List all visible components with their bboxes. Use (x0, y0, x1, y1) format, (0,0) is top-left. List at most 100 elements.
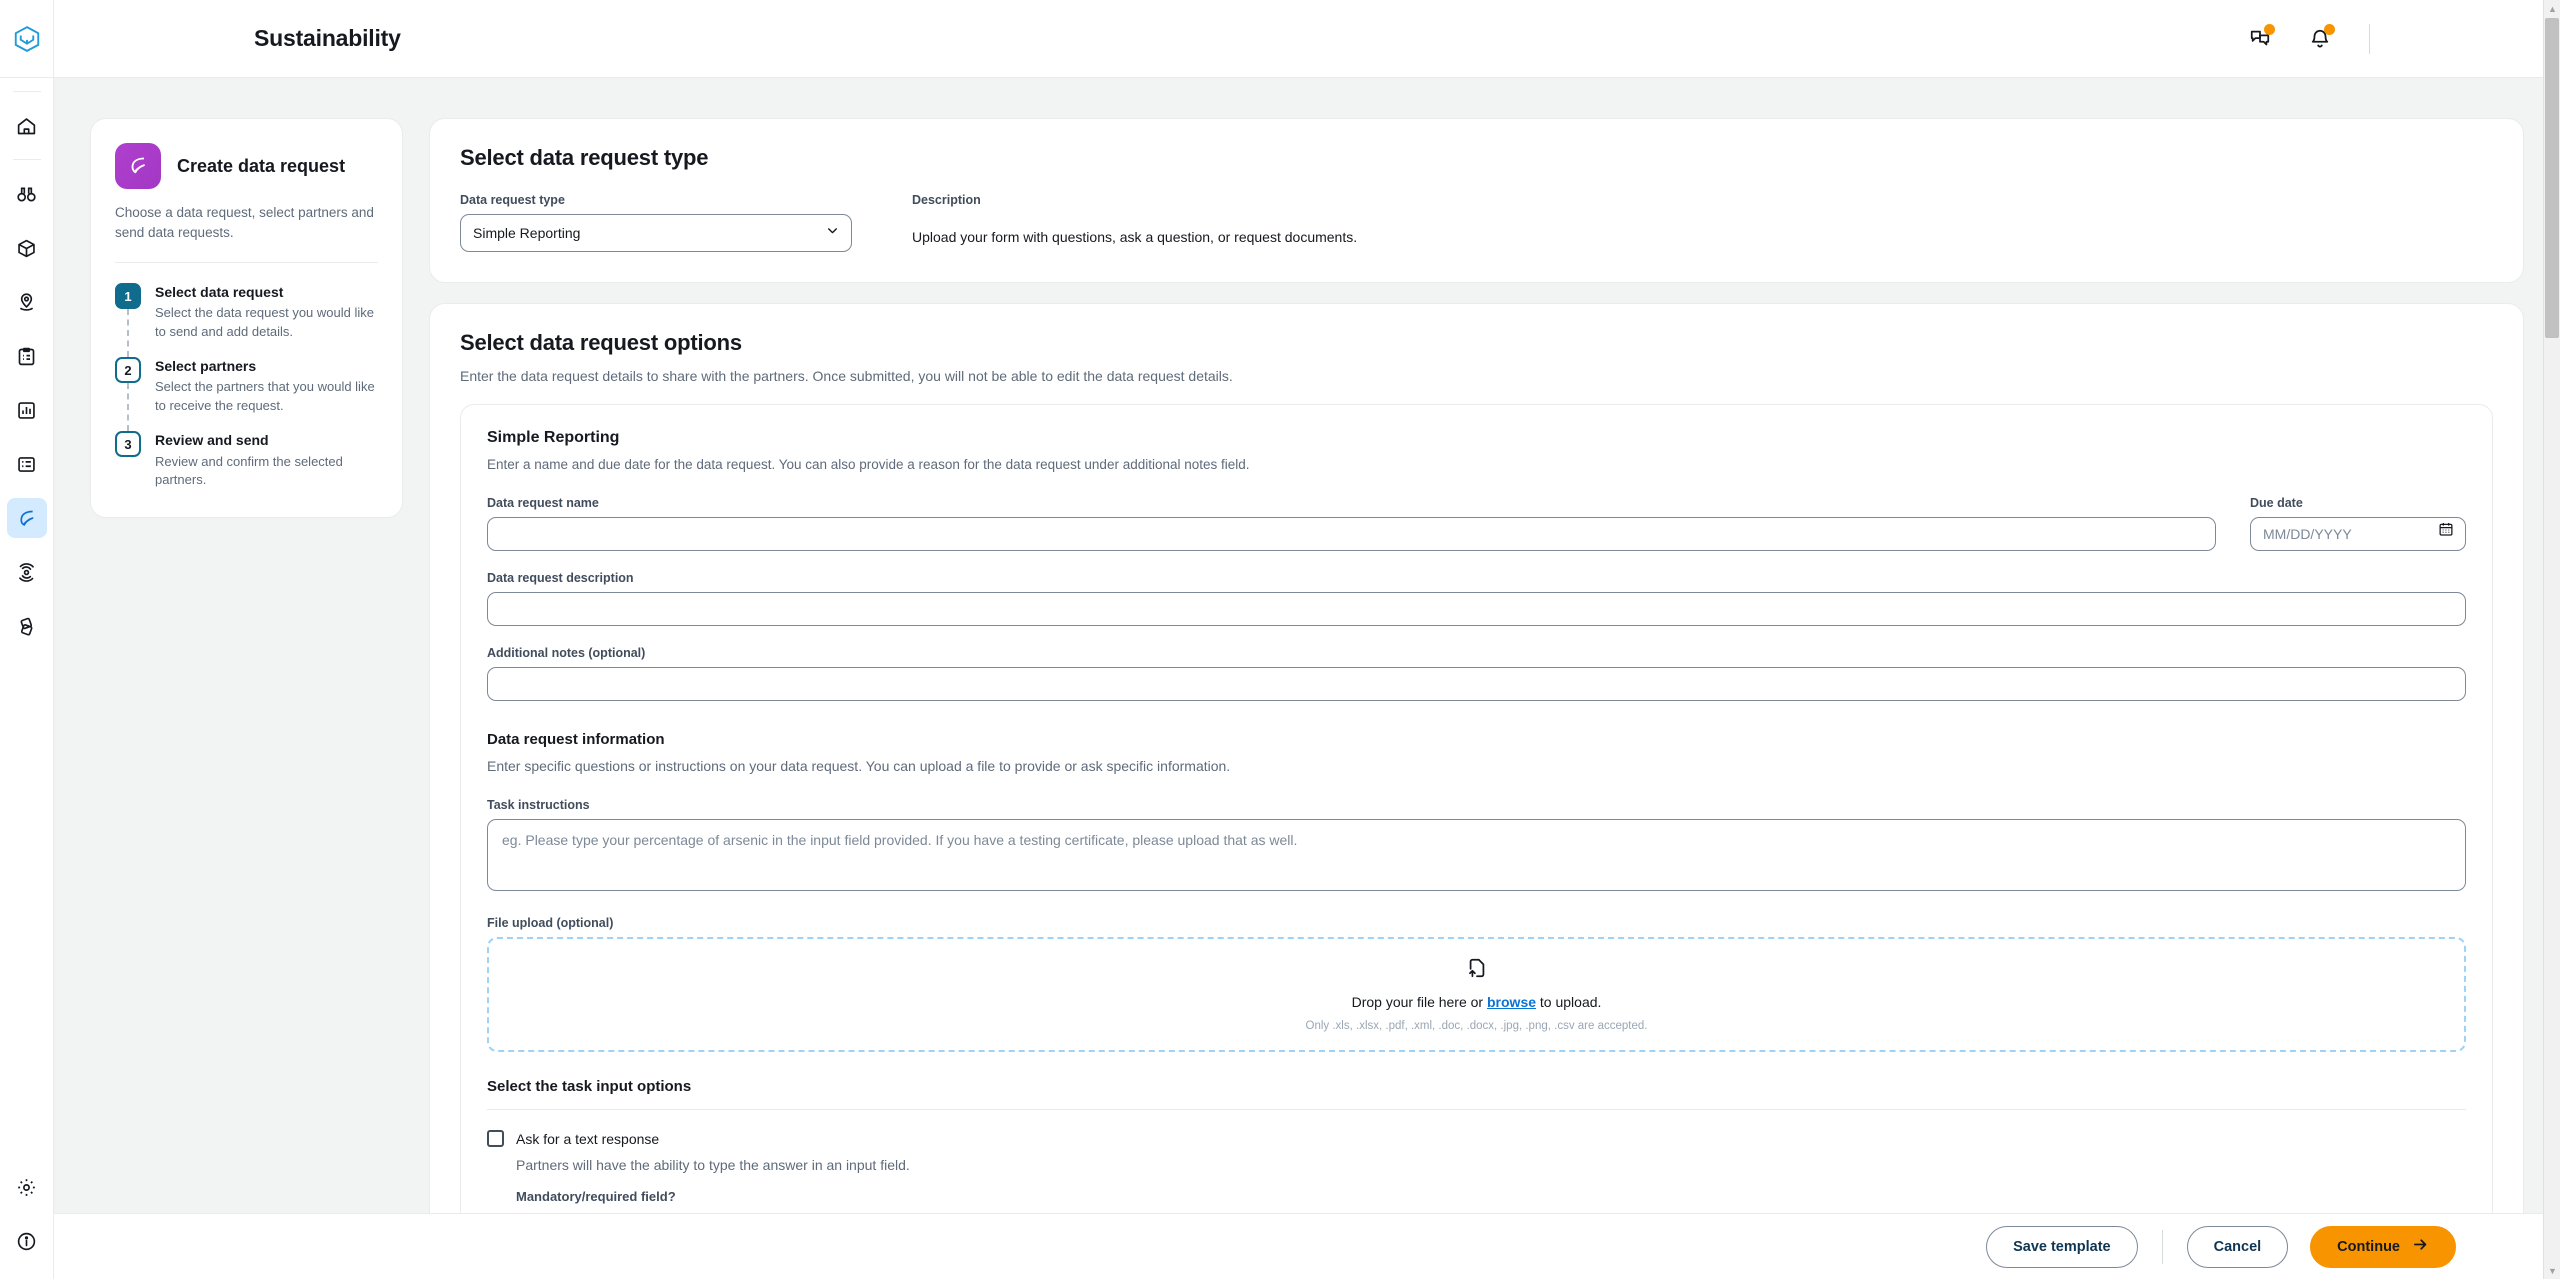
cancel-button[interactable]: Cancel (2186, 1225, 2289, 1268)
due-date-group: Due date (2250, 496, 2466, 551)
chat-bubbles-icon[interactable] (2245, 23, 2275, 54)
data-request-type-panel: Select data request type Data request ty… (429, 118, 2524, 283)
name-field-group: Data request name (487, 496, 2216, 551)
notification-bell-icon[interactable] (2305, 23, 2335, 54)
rail-divider-mid (12, 159, 41, 160)
sidebar-item-help[interactable] (7, 1221, 47, 1261)
mandatory-field-label: Mandatory/required field? (516, 1189, 676, 1204)
form-panels: Select data request type Data request ty… (429, 118, 2524, 1262)
save-template-button[interactable]: Save template (1986, 1225, 2138, 1268)
sidebar-item-integrations[interactable] (7, 606, 47, 646)
footer-divider (2161, 1229, 2163, 1264)
step-label: Select partners (155, 358, 257, 375)
due-date-input[interactable] (2250, 517, 2466, 551)
type-select-group: Data request type Simple Reporting (460, 193, 852, 252)
rail-divider-top (12, 91, 41, 92)
footer-action-bar: Save template Cancel Continue (54, 1213, 2560, 1279)
step-connector (127, 309, 129, 358)
wizard-step-1[interactable]: 1 Select data request Select the data re… (115, 283, 378, 358)
sidebar-item-sustainability[interactable] (6, 498, 47, 538)
sidebar-item-analytics[interactable] (7, 390, 47, 430)
sidebar-item-goals[interactable] (7, 552, 47, 592)
task-options-divider (487, 1109, 2466, 1110)
accepted-formats-note: Only .xls, .xlsx, .pdf, .xml, .doc, .doc… (1305, 1020, 1648, 1032)
data-request-name-input[interactable] (487, 517, 2216, 551)
left-sidebar (0, 78, 54, 1279)
description-field-label: Data request description (487, 571, 634, 585)
data-request-description-input[interactable] (487, 592, 2466, 626)
sidebar-item-home[interactable] (7, 106, 47, 146)
ask-text-response-label: Ask for a text response (516, 1130, 660, 1147)
type-panel-title: Select data request type (460, 145, 709, 170)
file-upload-label: File upload (optional) (487, 916, 614, 930)
sidebar-bottom-group (7, 1153, 47, 1279)
name-field-label: Data request name (487, 496, 599, 510)
header-divider (2369, 23, 2370, 54)
description-label: Description (912, 193, 981, 207)
description-field-group: Data request description (487, 571, 2466, 626)
wizard-subtitle: Choose a data request, select partners a… (115, 205, 374, 240)
task-instructions-label: Task instructions (487, 798, 590, 812)
step-label: Select data request (155, 284, 284, 301)
wizard-step-3[interactable]: 3 Review and send Review and confirm the… (115, 431, 378, 489)
scrollbar-thumb[interactable] (2545, 18, 2559, 338)
continue-button-label: Continue (2337, 1238, 2400, 1255)
step-description: Select the partners that you would like … (155, 379, 375, 413)
scroll-up-arrow[interactable]: ▲ (2544, 0, 2560, 17)
app-logo[interactable] (0, 0, 54, 78)
task-instructions-textarea[interactable] (487, 819, 2466, 891)
type-description-group: Description Upload your form with questi… (912, 193, 1357, 252)
continue-button[interactable]: Continue (2310, 1225, 2456, 1268)
bell-unread-dot (2324, 23, 2335, 35)
arrow-right-icon (2412, 1236, 2429, 1257)
ask-text-response-description: Partners will have the ability to type t… (516, 1157, 910, 1173)
top-header: Sustainability (0, 0, 2560, 78)
sidebar-item-locations[interactable] (7, 282, 47, 322)
options-panel-subtitle: Enter the data request details to share … (460, 368, 1233, 384)
wizard-divider (115, 262, 378, 264)
step-description: Review and confirm the selected partners… (155, 453, 343, 487)
dropzone-prompt-before: Drop your file here or (1351, 994, 1484, 1010)
data-request-type-select[interactable]: Simple Reporting (460, 214, 852, 252)
task-input-options-section: Select the task input options Ask for a … (487, 1078, 2466, 1204)
calendar-icon[interactable] (2438, 521, 2454, 542)
app-root: Sustainability Create data request Choos… (0, 0, 2560, 1279)
header-actions (2245, 23, 2560, 54)
step-label: Review and send (155, 432, 269, 449)
cube-logo-icon (14, 25, 39, 52)
sidebar-item-tasks[interactable] (7, 336, 47, 376)
task-options-title: Select the task input options (487, 1078, 692, 1095)
browse-link[interactable]: browse (1487, 994, 1536, 1010)
type-field-label: Data request type (460, 193, 565, 207)
description-text: Upload your form with questions, ask a q… (912, 229, 1358, 245)
sidebar-item-records[interactable] (7, 444, 47, 484)
wizard-card: Create data request Choose a data reques… (90, 118, 403, 519)
additional-notes-input[interactable] (487, 667, 2466, 701)
information-subtitle: Enter specific questions or instructions… (487, 758, 1231, 774)
due-date-label: Due date (2250, 496, 2303, 510)
step-number-badge: 3 (115, 431, 141, 458)
scroll-down-arrow[interactable]: ▼ (2544, 1262, 2560, 1279)
file-upload-icon (1466, 957, 1488, 984)
wizard-step-2[interactable]: 2 Select partners Select the partners th… (115, 357, 378, 432)
file-upload-group: File upload (optional) Drop your file he… (487, 916, 2466, 1052)
text-response-checkbox-row[interactable]: Ask for a text response (487, 1130, 2466, 1147)
notes-field-label: Additional notes (optional) (487, 646, 646, 660)
page-title: Sustainability (254, 25, 401, 51)
step-number-badge: 1 (115, 283, 141, 310)
file-dropzone[interactable]: Drop your file here or browse to upload.… (487, 937, 2466, 1052)
sidebar-item-settings[interactable] (7, 1167, 47, 1207)
dropzone-prompt-after: to upload. (1539, 994, 1602, 1010)
sidebar-item-discover[interactable] (7, 174, 47, 214)
leaf-badge-icon (115, 143, 161, 189)
notes-field-group: Additional notes (optional) (487, 646, 2466, 701)
simple-reporting-title: Simple Reporting (487, 429, 620, 446)
main-content: Create data request Choose a data reques… (54, 78, 2560, 1279)
information-title: Data request information (487, 731, 665, 748)
sidebar-item-products[interactable] (7, 228, 47, 268)
data-request-options-panel: Select data request options Enter the da… (429, 303, 2524, 1262)
simple-reporting-card: Simple Reporting Enter a name and due da… (460, 404, 2493, 1231)
ask-text-response-checkbox[interactable] (487, 1130, 504, 1147)
chat-unread-dot (2264, 23, 2275, 35)
page-scrollbar[interactable]: ▲ ▼ (2543, 0, 2560, 1279)
